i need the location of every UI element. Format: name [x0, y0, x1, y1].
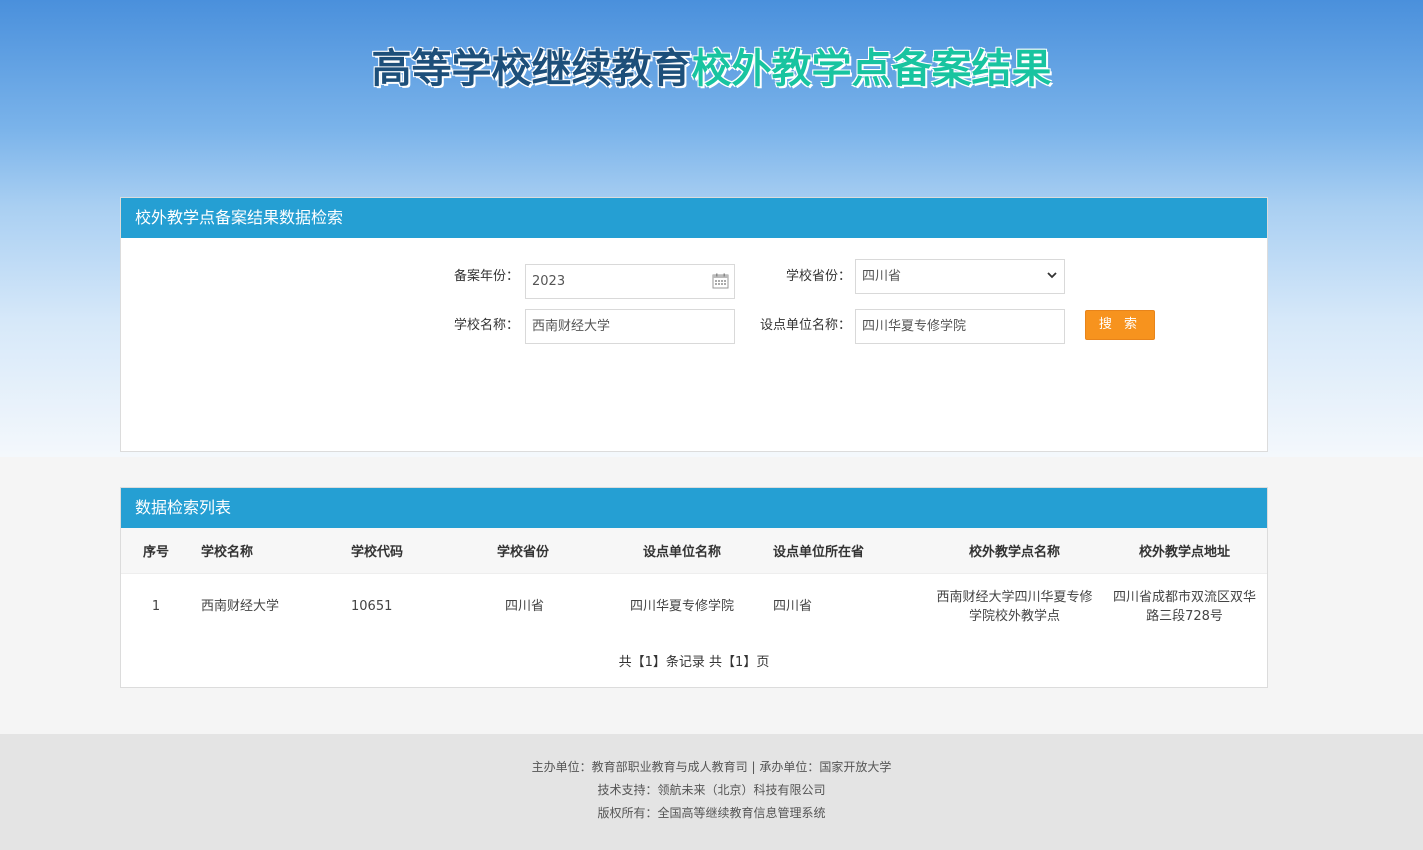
- column-header: 设点单位名称: [611, 528, 753, 574]
- column-header: 序号: [121, 528, 191, 574]
- table-header-row: 序号 学校名称 学校代码 学校省份 设点单位名称 设点单位所在省 校外教学点名称…: [121, 528, 1267, 574]
- chevron-down-icon: [1047, 272, 1057, 279]
- row-site-name: 西南财经大学四川华夏专修学院校外教学点: [936, 589, 1093, 624]
- school-name-value: 西南财经大学: [532, 319, 611, 334]
- row-unit-name: 四川华夏专修学院: [629, 599, 734, 614]
- row-site-address: 四川省成都市双流区双华路三段728号: [1112, 589, 1256, 624]
- unit-label: 设点单位名称：: [759, 318, 851, 333]
- row-school-province: 四川省: [505, 599, 545, 614]
- site-title: 高等学校继续教育校外教学点备案结果: [0, 36, 1423, 94]
- pagination-summary: 共【1】条记录 共【1】页: [618, 655, 770, 670]
- result-table: 序号 学校名称 学校代码 学校省份 设点单位名称 设点单位所在省 校外教学点名称…: [121, 528, 1267, 639]
- row-school-name: 西南财经大学: [201, 599, 280, 614]
- year-value: 2023: [532, 274, 566, 289]
- column-header: 学校省份: [451, 528, 611, 574]
- site-title-part2: 校外教学点备案结果: [691, 47, 1052, 91]
- unit-name-value: 四川华夏专修学院: [862, 319, 967, 334]
- column-header: 学校代码: [341, 528, 451, 574]
- unit-name-input[interactable]: 四川华夏专修学院: [855, 309, 1065, 344]
- footer: 主办单位：教育部职业教育与成人教育司 | 承办单位：国家开放大学 技术支持：领航…: [0, 734, 1423, 850]
- search-button[interactable]: 搜 索: [1085, 310, 1155, 340]
- table-row: 1 西南财经大学 10651 四川省 四川华夏专修学院 四川省 西南财经大学四川…: [121, 574, 1267, 640]
- calendar-icon[interactable]: [712, 273, 729, 289]
- row-index: 1: [151, 599, 161, 614]
- row-unit-province: 四川省: [773, 599, 813, 614]
- school-name-input[interactable]: 西南财经大学: [525, 309, 735, 344]
- row-school-code: 10651: [351, 599, 393, 614]
- search-panel-heading: 校外教学点备案结果数据检索: [121, 198, 1267, 238]
- column-header: 校外教学点名称: [927, 528, 1102, 574]
- site-title-part1: 高等学校继续教育: [371, 47, 692, 91]
- column-header: 校外教学点地址: [1102, 528, 1267, 574]
- column-header: 设点单位所在省: [753, 528, 927, 574]
- province-label: 学校省份：: [785, 269, 851, 284]
- column-header: 学校名称: [191, 528, 341, 574]
- search-panel: 校外教学点备案结果数据检索 备案年份： 2023 学校省份： 四川省 学校名称：…: [120, 197, 1268, 452]
- result-list-panel: 数据检索列表 序号 学校名称 学校代码 学校省份 设点单位名称 设点单位所在省 …: [120, 487, 1268, 688]
- province-value: 四川省: [862, 269, 902, 284]
- footer-copyright: 版权所有：全国高等继续教育信息管理系统: [597, 806, 826, 820]
- list-panel-heading: 数据检索列表: [121, 488, 1267, 528]
- footer-organizer: 主办单位：教育部职业教育与成人教育司 | 承办单位：国家开放大学: [531, 760, 892, 774]
- footer-tech-support: 技术支持：领航未来（北京）科技有限公司: [597, 783, 826, 797]
- province-select[interactable]: 四川省: [855, 259, 1065, 294]
- year-field[interactable]: 2023: [525, 264, 735, 299]
- school-label: 学校名称：: [453, 318, 519, 333]
- year-label: 备案年份：: [453, 269, 519, 284]
